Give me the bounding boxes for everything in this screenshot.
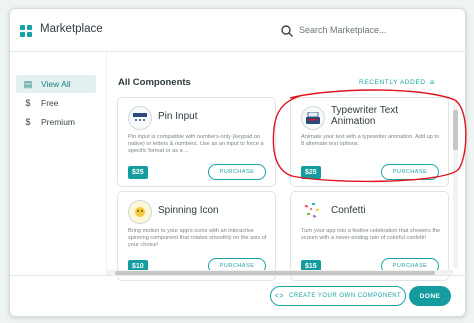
confetti-icon: [301, 200, 323, 222]
search-icon: [281, 25, 293, 37]
header: Marketplace: [10, 9, 465, 52]
create-component-label: CREATE YOUR OWN COMPONENT: [288, 293, 402, 299]
spinning-icon: [128, 200, 152, 224]
sort-dropdown[interactable]: RECENTLY ADDED ≡: [359, 78, 435, 87]
dialog-title: Marketplace: [40, 23, 103, 35]
sidebar-item-view-all[interactable]: ▤ View All: [16, 75, 96, 93]
sidebar-item-label: Premium: [41, 117, 76, 127]
sidebar: ▤ View All $ Free $ Premium: [10, 52, 102, 276]
dollar-icon: $: [25, 117, 31, 127]
dollar-icon: $: [25, 98, 31, 108]
sidebar-item-free[interactable]: $ Free: [16, 94, 96, 112]
done-button[interactable]: DONE: [409, 286, 451, 306]
sort-label: RECENTLY ADDED: [359, 79, 426, 86]
sidebar-item-label: Free: [41, 98, 59, 108]
grid-icon: [20, 25, 32, 37]
card-description: Turn your app into a festive celebration…: [301, 228, 441, 242]
purchase-button[interactable]: PURCHASE: [208, 164, 266, 180]
red-highlight-circle: [272, 89, 467, 183]
card-description: Bring motion to your app's icons with an…: [128, 228, 267, 249]
card-title: Confetti: [331, 205, 366, 216]
component-card-confetti[interactable]: Confetti Turn your app into a festive ce…: [290, 191, 449, 281]
component-card-spinning-icon[interactable]: Spinning Icon Bring motion to your app's…: [117, 191, 276, 281]
card-title: Spinning Icon: [158, 205, 219, 216]
sidebar-item-premium[interactable]: $ Premium: [16, 113, 96, 131]
card-description: Pin input is compatible with numbers-onl…: [128, 134, 264, 155]
footer: <> CREATE YOUR OWN COMPONENT DONE: [10, 275, 465, 316]
section-title: All Components: [118, 77, 191, 88]
component-card-pin-input[interactable]: Pin Input Pin input is compatible with n…: [117, 97, 276, 187]
code-icon: <>: [274, 292, 284, 300]
pin-input-icon: [128, 106, 152, 130]
price-badge: $25: [128, 166, 148, 179]
card-title: Pin Input: [158, 111, 198, 122]
store-icon: ▤: [23, 78, 33, 89]
create-component-button[interactable]: <> CREATE YOUR OWN COMPONENT: [270, 286, 406, 306]
sort-icon: ≡: [429, 78, 435, 87]
sidebar-item-label: View All: [41, 79, 71, 89]
search-input[interactable]: [299, 21, 454, 39]
